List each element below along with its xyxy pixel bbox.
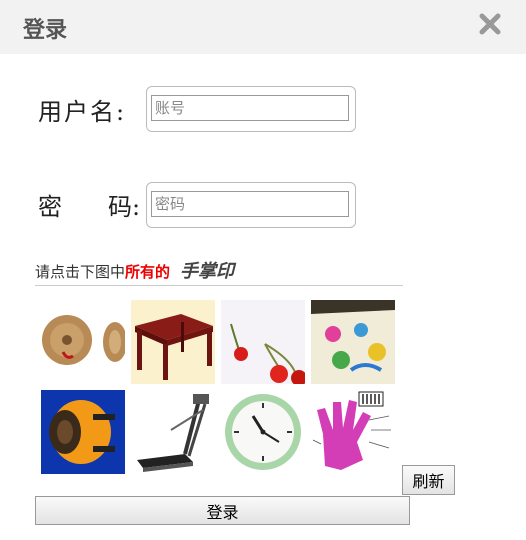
captcha-prompt-prefix: 请点击下图中 [35, 263, 126, 281]
password-label: 密 码: [38, 187, 140, 222]
password-input[interactable] [151, 191, 349, 217]
username-label: 用户名: [38, 98, 127, 126]
treadmill-image[interactable] [131, 390, 215, 474]
captcha-prompt-highlight: 所有的 [125, 263, 171, 281]
close-icon[interactable] [478, 10, 502, 38]
fan-image[interactable] [41, 390, 125, 474]
captcha-prompt: 请点击下图中所有的 手掌印 [35, 257, 234, 283]
captcha-divider [35, 285, 403, 286]
cherries-image[interactable] [221, 300, 305, 384]
handprint-painting-image[interactable] [311, 300, 395, 384]
refresh-button[interactable]: 刷新 [402, 465, 455, 495]
clock-image[interactable] [221, 390, 305, 474]
password-field-wrapper [146, 182, 356, 228]
dialog-title: 登录 [23, 18, 68, 43]
captcha-target-text: 手掌印 [180, 261, 235, 282]
login-button[interactable]: 登录 [35, 496, 410, 525]
dialog-header: 登录 [0, 0, 526, 54]
cymbals-image[interactable] [41, 300, 125, 384]
password-label-first: 密 [38, 193, 62, 221]
hand-drawing-image[interactable] [311, 390, 395, 474]
username-field-wrapper [146, 86, 356, 132]
username-input[interactable] [151, 95, 349, 121]
table-image[interactable] [131, 300, 215, 384]
password-label-second: 码: [108, 193, 141, 221]
